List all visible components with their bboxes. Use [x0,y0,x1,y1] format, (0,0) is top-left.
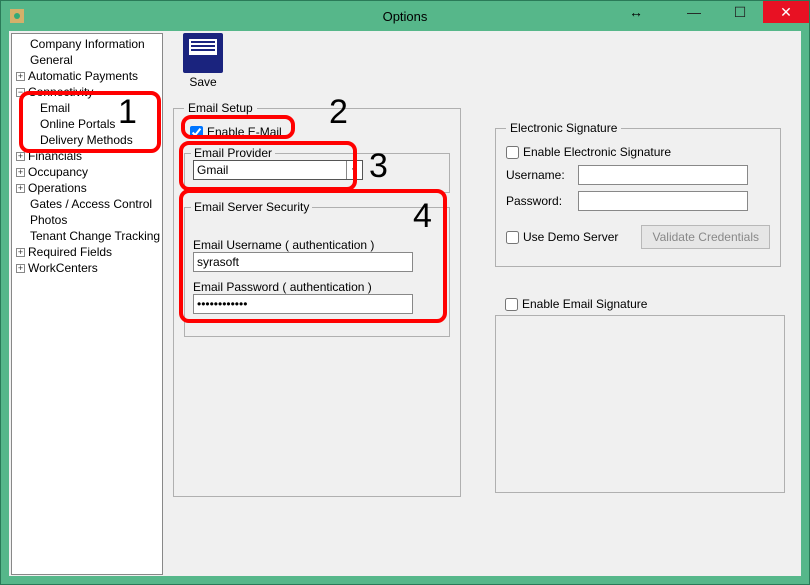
tree-label: Automatic Payments [28,68,138,84]
tree-label: Delivery Methods [40,132,133,148]
enable-esig-label: Enable Electronic Signature [523,145,671,159]
tree-label: General [30,52,73,68]
collapse-icon[interactable]: − [16,88,25,97]
tree-node[interactable]: Delivery Methods [12,132,162,148]
client-area: Company InformationGeneral+Automatic Pay… [9,31,801,576]
minimize-button[interactable]: — [671,1,717,23]
expand-icon[interactable]: + [16,264,25,273]
email-setup-legend: Email Setup [184,101,257,115]
tree-node[interactable]: Photos [12,212,162,228]
tree-node[interactable]: General [12,52,162,68]
close-button[interactable]: ✕ [763,1,809,23]
tree-label: Connectivity [28,84,93,100]
tree-node[interactable]: Gates / Access Control [12,196,162,212]
email-provider-combo[interactable]: Gmail ▼ [193,160,363,180]
esig-username-field[interactable] [578,165,748,185]
enable-emailsig-label: Enable Email Signature [522,297,647,311]
email-username-label: Email Username ( authentication ) [193,238,441,252]
use-demo-checkbox[interactable] [506,231,519,244]
email-username-field[interactable] [193,252,413,272]
electronic-signature-legend: Electronic Signature [506,121,621,135]
tree-node[interactable]: +Operations [12,180,162,196]
tree-label: Required Fields [28,244,112,260]
tree-node[interactable]: Company Information [12,36,162,52]
email-provider-value: Gmail [197,163,228,177]
save-button[interactable]: Save [183,33,223,89]
tree-label: Photos [30,212,67,228]
enable-email-label: Enable E-Mail [207,125,282,139]
esig-password-field[interactable] [578,191,748,211]
email-setup-group: Email Setup Enable E-Mail Email Provider… [173,101,461,497]
tree-node[interactable]: Tenant Change Tracking [12,228,162,244]
enable-esig-checkbox[interactable] [506,146,519,159]
expand-icon[interactable]: + [16,248,25,257]
tree-label: Occupancy [28,164,88,180]
email-password-field[interactable] [193,294,413,314]
maximize-button[interactable]: ☐ [717,1,763,23]
expand-icon[interactable]: + [16,152,25,161]
email-password-label: Email Password ( authentication ) [193,280,441,294]
expand-icon[interactable]: + [16,72,25,81]
esig-username-label: Username: [506,168,572,182]
options-window: Options ↔ — ☐ ✕ Company InformationGener… [0,0,810,585]
tree-label: Online Portals [40,116,115,132]
save-icon [183,33,223,73]
esig-password-label: Password: [506,194,572,208]
content-panel: Save Email Setup Enable E-Mail Email Pro… [169,33,799,574]
chevron-down-icon: ▼ [346,161,362,179]
tree-label: Operations [28,180,87,196]
tree-node[interactable]: −Connectivity [12,84,162,100]
enable-emailsig-checkbox[interactable] [505,298,518,311]
tree-node[interactable]: Online Portals [12,116,162,132]
tree-node[interactable]: +Automatic Payments [12,68,162,84]
email-provider-legend: Email Provider [191,146,275,160]
tree-label: WorkCenters [28,260,98,276]
email-security-legend: Email Server Security [191,200,312,214]
expand-icon[interactable]: + [16,168,25,177]
tree-label: Financials [28,148,82,164]
email-security-group: Email Server Security Email Username ( a… [184,207,450,337]
save-label: Save [183,75,223,89]
tree-node[interactable]: +Financials [12,148,162,164]
electronic-signature-group: Electronic Signature Enable Electronic S… [495,121,781,267]
restore-icon[interactable]: ↔ [621,1,651,23]
tree-label: Email [40,100,70,116]
options-tree[interactable]: Company InformationGeneral+Automatic Pay… [11,33,163,575]
titlebar: Options ↔ — ☐ ✕ [1,1,809,31]
email-provider-group: Email Provider Gmail ▼ [184,153,450,193]
use-demo-label: Use Demo Server [523,230,618,244]
validate-credentials-button[interactable]: Validate Credentials [641,225,770,249]
email-signature-area[interactable] [495,315,785,493]
tree-node[interactable]: +Occupancy [12,164,162,180]
tree-label: Tenant Change Tracking [30,228,160,244]
tree-label: Gates / Access Control [30,196,152,212]
tree-label: Company Information [30,36,145,52]
enable-email-checkbox[interactable] [190,126,203,139]
tree-node[interactable]: +Required Fields [12,244,162,260]
expand-icon[interactable]: + [16,184,25,193]
tree-node[interactable]: Email [12,100,162,116]
tree-node[interactable]: +WorkCenters [12,260,162,276]
